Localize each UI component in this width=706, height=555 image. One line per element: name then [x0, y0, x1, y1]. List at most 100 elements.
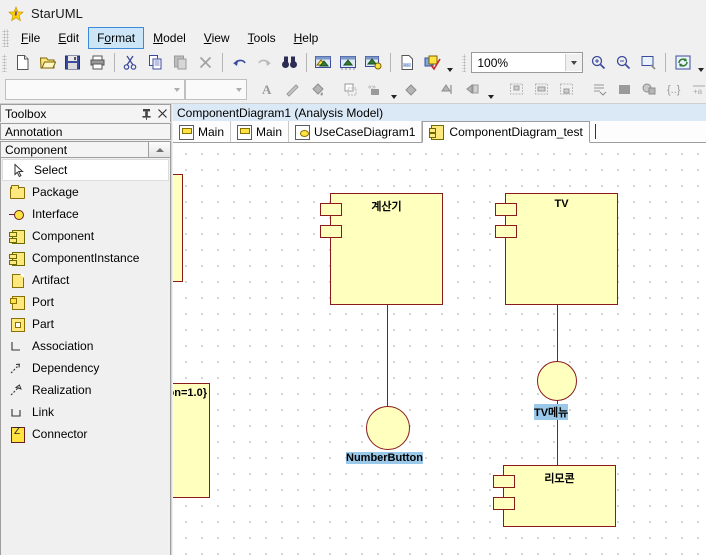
- diagram-properties-icon[interactable]: [361, 50, 386, 75]
- toolbox-item-part[interactable]: Part: [1, 313, 170, 335]
- toolbar-gripper-2[interactable]: [461, 53, 467, 72]
- toolbar-gripper-1[interactable]: [2, 53, 7, 72]
- bring-to-front-icon[interactable]: [612, 77, 637, 102]
- component-calculator[interactable]: 계산기: [320, 193, 443, 305]
- component-port-top[interactable]: [495, 203, 517, 216]
- font-color-icon[interactable]: A: [255, 77, 280, 102]
- menu-view[interactable]: View: [195, 27, 239, 49]
- toolbox-item-select[interactable]: Select: [2, 159, 169, 181]
- tab-usecasediagram1[interactable]: UseCaseDiagram1: [289, 121, 423, 142]
- new-file-icon[interactable]: [10, 50, 35, 75]
- refresh-dropdown-arrow[interactable]: [695, 49, 706, 76]
- toolbox-item-dependency[interactable]: Dependency: [1, 357, 170, 379]
- line-color-icon[interactable]: [280, 77, 305, 102]
- menu-tools[interactable]: Tools: [239, 27, 285, 49]
- diagram-stack-icon[interactable]: [311, 50, 336, 75]
- code-generation-icon[interactable]: <>: [395, 50, 420, 75]
- delete-icon[interactable]: [193, 50, 218, 75]
- diagram-canvas-wrapper[interactable]: ion=1.0} 계산기 TV 리모콘: [173, 143, 706, 555]
- zoom-combo[interactable]: 100%: [471, 52, 584, 73]
- stereotype-display-icon[interactable]: «»: [363, 77, 388, 102]
- binoculars-icon[interactable]: [277, 50, 302, 75]
- toolbox-item-port[interactable]: Port: [1, 291, 170, 313]
- verify-model-icon[interactable]: [420, 50, 445, 75]
- font-family-combo[interactable]: [5, 79, 185, 100]
- tab-main-2[interactable]: Main: [231, 121, 290, 142]
- suppress-attributes-icon[interactable]: {..}: [662, 77, 687, 102]
- toolbox-item-association[interactable]: Association: [1, 335, 170, 357]
- toolbox-item-artifact[interactable]: Artifact: [1, 269, 170, 291]
- font-size-combo[interactable]: [185, 79, 247, 100]
- menu-help[interactable]: Help: [285, 27, 328, 49]
- interface-tvmenu[interactable]: [537, 361, 577, 401]
- component-port-bottom[interactable]: [320, 225, 342, 238]
- link-tv-tvmenu[interactable]: [557, 305, 558, 363]
- component-port-bottom[interactable]: [493, 497, 515, 510]
- paste-icon[interactable]: [168, 50, 193, 75]
- scroll-up-button[interactable]: [148, 142, 170, 157]
- menu-gripper[interactable]: [2, 29, 9, 47]
- align-bottom-icon[interactable]: [554, 77, 579, 102]
- tab-main-1[interactable]: Main: [173, 121, 232, 142]
- usecase-diagram-icon: [294, 124, 311, 140]
- align-middle-icon[interactable]: [529, 77, 554, 102]
- format-toolbar: A «» {..} +a: [0, 76, 706, 103]
- rotate-dropdown-arrow[interactable]: [485, 76, 496, 103]
- link-calculator-numberbutton[interactable]: [387, 305, 388, 406]
- align-top-icon[interactable]: [504, 77, 529, 102]
- undo-icon[interactable]: [227, 50, 252, 75]
- menu-model[interactable]: Model: [144, 27, 195, 49]
- menu-format[interactable]: Format: [88, 27, 145, 49]
- copy-icon[interactable]: [143, 50, 168, 75]
- cropped-note-shape[interactable]: ion=1.0}: [173, 383, 210, 498]
- fit-to-window-icon[interactable]: [636, 50, 661, 75]
- menu-edit[interactable]: Edit: [49, 27, 88, 49]
- toolbox-group-component[interactable]: Component: [0, 141, 171, 158]
- verify-dropdown-arrow[interactable]: [445, 49, 456, 76]
- interface-numberbutton-label[interactable]: NumberButton: [346, 452, 423, 464]
- toolbox-item-component[interactable]: Component: [1, 225, 170, 247]
- group-icon[interactable]: [637, 77, 662, 102]
- cropped-component-shape[interactable]: [173, 174, 183, 282]
- auto-resize-icon[interactable]: [435, 77, 460, 102]
- toolbox-item-link[interactable]: Link: [1, 401, 170, 423]
- fill-color-icon[interactable]: [305, 77, 330, 102]
- stereotype-dropdown-arrow[interactable]: [388, 76, 399, 103]
- menu-file[interactable]: File: [12, 27, 49, 49]
- toolbox-group-annotation[interactable]: Annotation: [0, 123, 171, 140]
- component-tv[interactable]: TV: [495, 193, 618, 305]
- diagram-canvas[interactable]: ion=1.0} 계산기 TV 리모콘: [173, 143, 706, 555]
- shadow-icon[interactable]: [338, 77, 363, 102]
- send-to-back-icon[interactable]: [587, 77, 612, 102]
- rotate-icon[interactable]: [460, 77, 485, 102]
- tab-componentdiagram-test[interactable]: ComponentDiagram_test: [422, 121, 590, 143]
- zoom-dropdown-arrow[interactable]: [565, 54, 583, 71]
- font-size-dropdown-arrow[interactable]: [231, 81, 246, 98]
- line-style-icon[interactable]: [399, 77, 424, 102]
- zoom-in-icon[interactable]: [586, 50, 611, 75]
- component-port-bottom[interactable]: [495, 225, 517, 238]
- diagram-select-icon[interactable]: [336, 50, 361, 75]
- close-icon[interactable]: [154, 106, 170, 122]
- pin-icon[interactable]: [138, 106, 154, 122]
- cut-icon[interactable]: [118, 50, 143, 75]
- open-folder-icon[interactable]: [35, 50, 60, 75]
- toolbox-item-componentinstance[interactable]: ComponentInstance: [1, 247, 170, 269]
- component-port-top[interactable]: [493, 475, 515, 488]
- redo-icon[interactable]: [252, 50, 277, 75]
- interface-numberbutton[interactable]: [366, 406, 410, 450]
- toolbox-item-package[interactable]: Package: [1, 181, 170, 203]
- font-family-dropdown-arrow[interactable]: [169, 81, 184, 98]
- component-remote[interactable]: 리모콘: [493, 465, 616, 527]
- toolbox-item-connector[interactable]: Connector: [1, 423, 170, 445]
- print-icon[interactable]: [85, 50, 110, 75]
- save-icon[interactable]: [60, 50, 85, 75]
- component-port-top[interactable]: [320, 203, 342, 216]
- zoom-out-icon[interactable]: [611, 50, 636, 75]
- interface-tvmenu-label[interactable]: TV메뉴: [534, 404, 569, 420]
- toolbox-item-list: Select Package Interface Component Compo…: [0, 158, 171, 555]
- toolbox-item-interface[interactable]: Interface: [1, 203, 170, 225]
- toolbox-item-realization[interactable]: Realization: [1, 379, 170, 401]
- refresh-icon[interactable]: [670, 50, 695, 75]
- add-attribute-icon[interactable]: +a: [687, 77, 706, 102]
